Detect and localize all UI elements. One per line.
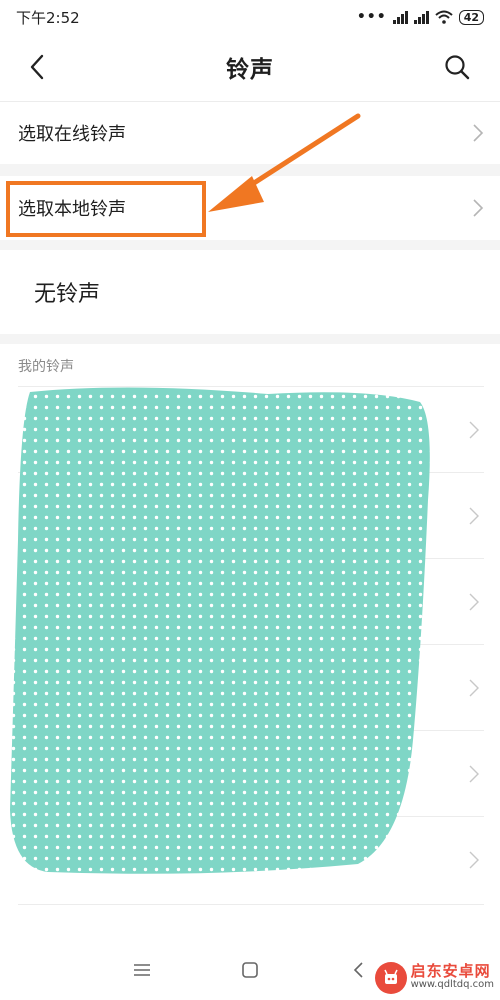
search-icon — [445, 55, 470, 80]
chevron-right-icon — [469, 765, 479, 783]
watermark: 启东安卓网 www.qdltdq.com — [374, 962, 494, 994]
wifi-icon — [435, 10, 453, 24]
watermark-logo-icon — [374, 962, 407, 994]
battery-icon: 42 — [458, 9, 484, 25]
chevron-right-icon — [469, 593, 479, 611]
search-button[interactable] — [442, 52, 472, 82]
menu-icon — [134, 964, 150, 976]
nav-back-button[interactable] — [346, 958, 370, 982]
chevron-right-icon — [472, 198, 484, 218]
section-gap — [0, 334, 500, 344]
watermark-name: 启东安卓网 — [410, 962, 491, 980]
back-chevron-icon — [353, 962, 363, 978]
chevron-right-icon — [469, 851, 479, 869]
no-ringtone-label: 无铃声 — [34, 282, 101, 307]
chevron-right-icon — [469, 679, 479, 697]
watermark-url: www.qdltdq.com — [410, 979, 494, 990]
status-icons: ••• 42 — [357, 9, 484, 25]
redaction-blob — [10, 387, 430, 874]
signal-icon — [392, 10, 408, 24]
recent-apps-button[interactable] — [130, 958, 154, 982]
my-ringtones-header: 我的铃声 — [18, 359, 74, 375]
back-button[interactable] — [22, 52, 52, 82]
status-time: 下午2:52 — [16, 8, 80, 27]
page-title: 铃声 — [226, 57, 274, 83]
chevron-right-icon — [469, 421, 479, 439]
no-ringtone-option[interactable]: 无铃声 — [0, 250, 500, 334]
pointer-arrow-icon — [208, 113, 361, 212]
status-bar: 下午2:52 ••• 42 — [0, 0, 500, 34]
title-bar: 铃声 — [0, 34, 500, 100]
section-gap — [0, 240, 500, 250]
home-button[interactable] — [238, 958, 262, 982]
select-online-ringtone-label: 选取在线铃声 — [18, 124, 126, 145]
home-square-icon — [242, 962, 258, 978]
chevron-left-icon — [30, 54, 44, 80]
chevron-right-icon — [469, 507, 479, 525]
more-dots-icon: ••• — [356, 9, 387, 25]
signal-icon — [413, 10, 429, 24]
highlight-box — [6, 181, 206, 237]
list-divider — [18, 904, 484, 905]
chevron-right-icon — [472, 123, 484, 143]
